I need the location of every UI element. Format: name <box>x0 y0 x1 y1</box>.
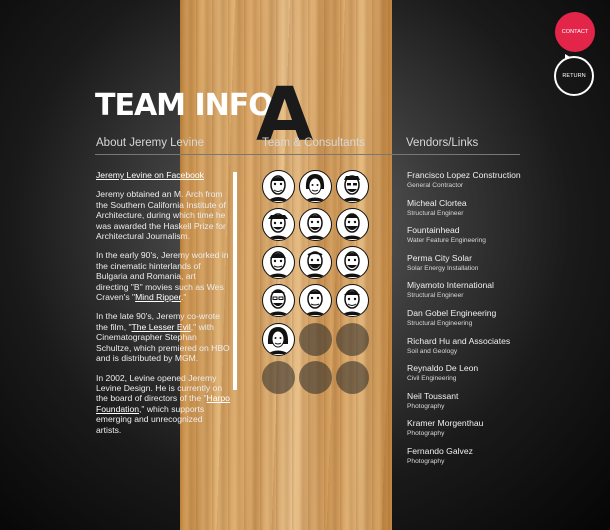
contact-button[interactable]: CONTACT <box>555 12 595 52</box>
empty-avatar-slot <box>299 361 332 394</box>
vendor-item[interactable]: Fountainhead Water Feature Engineering <box>407 225 547 253</box>
facebook-link[interactable]: Jeremy Levine on Facebook <box>96 170 204 180</box>
empty-avatar-slot <box>299 323 332 356</box>
team-member-avatar[interactable] <box>336 170 369 203</box>
vendor-list: Francisco Lopez Construction General Cont… <box>407 170 547 474</box>
team-member-avatar[interactable] <box>262 323 295 356</box>
team-member-avatar[interactable] <box>299 284 332 317</box>
team-member-avatar[interactable] <box>336 208 369 241</box>
vendor-item[interactable]: Neil Toussant Photography <box>407 391 547 419</box>
vendor-item[interactable]: Dan Gobel Engineering Structural Engineer… <box>407 308 547 336</box>
about-paragraph: Jeremy obtained an M. Arch from the Sout… <box>96 189 226 242</box>
team-member-avatar[interactable] <box>299 208 332 241</box>
team-member-avatar[interactable] <box>336 246 369 279</box>
vertical-divider <box>233 172 237 390</box>
vendor-item[interactable]: Kramer Morgenthau Photography <box>407 418 547 446</box>
vendors-heading: Vendors/Links <box>406 137 479 149</box>
team-member-avatar[interactable] <box>299 170 332 203</box>
vendor-item[interactable]: Richard Hu and Associates Soil and Geolog… <box>407 336 547 364</box>
vendor-item[interactable]: Reynaldo De Leon Civil Engineering <box>407 363 547 391</box>
vendor-item[interactable]: Micheal Clortea Structural Engineer <box>407 198 547 226</box>
vendor-item[interactable]: Francisco Lopez Construction General Cont… <box>407 170 547 198</box>
about-paragraph: In the early 90's, Jeremy worked in the … <box>96 250 229 303</box>
about-heading: About Jeremy Levine <box>96 137 205 149</box>
vendor-item[interactable]: Miyamoto International Structural Enginee… <box>407 280 547 308</box>
empty-avatar-slot <box>336 361 369 394</box>
heading-divider <box>95 154 520 155</box>
team-member-avatar[interactable] <box>336 284 369 317</box>
empty-avatar-slot <box>336 323 369 356</box>
team-member-avatar[interactable] <box>262 284 295 317</box>
team-member-avatar[interactable] <box>299 246 332 279</box>
team-member-avatar[interactable] <box>262 208 295 241</box>
team-heading: Team & Consultants <box>262 137 365 149</box>
about-section: Jeremy Levine on Facebook Jeremy obtaine… <box>96 170 230 444</box>
lesser-evil-link[interactable]: The Lesser Evil <box>132 322 191 332</box>
vendor-item[interactable]: Perma City Solar Solar Energy Installatio… <box>407 253 547 281</box>
vendor-item[interactable]: Fernando Galvez Photography <box>407 446 547 474</box>
team-member-avatar[interactable] <box>262 246 295 279</box>
about-paragraph: In 2002, Levine opened Jeremy Levine Des… <box>96 372 230 435</box>
team-member-avatar[interactable] <box>262 170 295 203</box>
about-paragraph: In the late 90's, Jeremy co-wrote the fi… <box>96 311 230 364</box>
circular-return-arrow-icon <box>565 54 570 60</box>
page-title: TEAM INFO <box>95 88 274 123</box>
empty-avatar-slot <box>262 361 295 394</box>
mind-ripper-link[interactable]: Mind Ripper <box>135 292 181 302</box>
return-button[interactable]: RETURN <box>554 56 594 96</box>
